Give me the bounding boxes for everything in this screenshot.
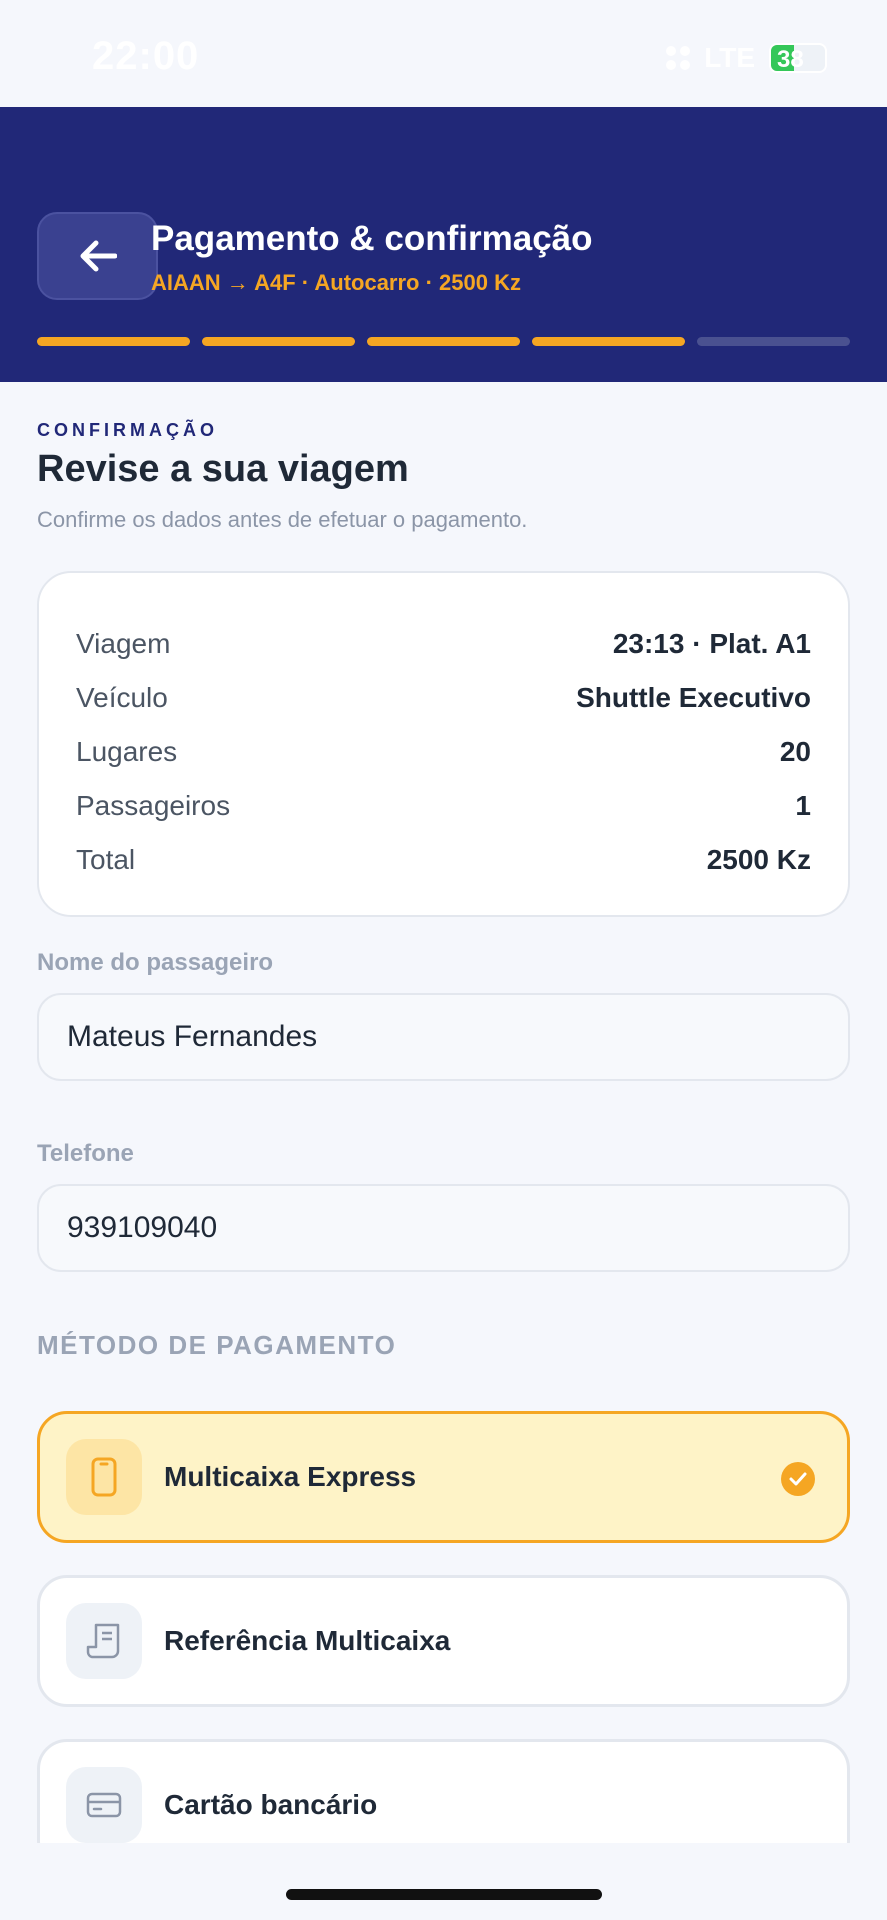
- summary-value: 23:13 · Plat. A1: [612, 628, 811, 659]
- payment-option-label: Multicaixa Express: [164, 1461, 417, 1492]
- summary-value: 1: [795, 790, 811, 821]
- payment-option-label: Referência Multicaixa: [164, 1625, 451, 1656]
- payment-option-referencia-multicaixa[interactable]: Referência Multicaixa: [37, 1575, 850, 1707]
- progress-step: [532, 337, 685, 346]
- page-subtitle: Confirme os dados antes de efetuar o pag…: [37, 507, 528, 532]
- battery-icon: 38: [769, 43, 827, 73]
- progress-step: [37, 337, 190, 346]
- summary-row: Veículo Shuttle Executivo: [76, 671, 811, 725]
- home-indicator[interactable]: [286, 1889, 602, 1900]
- passenger-name-label: Nome do passageiro: [37, 949, 274, 976]
- summary-row: Passageiros 1: [76, 779, 811, 833]
- checkmark-icon: [781, 1462, 815, 1496]
- payment-option-multicaixa-express[interactable]: Multicaixa Express: [37, 1411, 850, 1543]
- passenger-name-value: Mateus Fernandes: [67, 1020, 318, 1053]
- arrow-left-icon: [80, 240, 117, 272]
- status-icons: LTE 38: [666, 42, 827, 74]
- phone-label: Telefone: [37, 1140, 134, 1167]
- summary-value: Shuttle Executivo: [576, 682, 811, 713]
- trip-summary-subtitle: AIAAN → A4F · Autocarro · 2500 Kz: [151, 270, 521, 295]
- phone-icon: [66, 1439, 142, 1515]
- phone-value: 939109040: [67, 1211, 218, 1244]
- payment-option-label: Cartão bancário: [164, 1789, 378, 1820]
- summary-row: Lugares 20: [76, 725, 811, 779]
- summary-label: Total: [76, 844, 136, 875]
- status-time: 22:00: [92, 34, 200, 78]
- status-bar: 22:00 LTE 38: [0, 0, 887, 107]
- progress-step: [367, 337, 520, 346]
- cellular-signal-icon: [666, 46, 691, 70]
- summary-value: 2500 Kz: [706, 844, 811, 875]
- summary-label: Viagem: [76, 628, 171, 659]
- payment-method-heading: MÉTODO DE PAGAMENTO: [37, 1330, 397, 1360]
- credit-card-icon: [66, 1767, 142, 1843]
- summary-value: 20: [779, 736, 811, 767]
- bottom-safe-area: [0, 1843, 887, 1920]
- progress-step: [697, 337, 850, 346]
- step-progress-bar: [37, 337, 850, 346]
- battery-level: 38: [777, 46, 804, 73]
- summary-row: Viagem 23:13 · Plat. A1: [76, 617, 811, 671]
- summary-label: Lugares: [76, 736, 178, 767]
- receipt-icon: [66, 1603, 142, 1679]
- back-button[interactable]: [37, 212, 158, 300]
- passenger-name-input[interactable]: Mateus Fernandes: [37, 993, 850, 1081]
- summary-label: Passageiros: [76, 790, 231, 821]
- header: Pagamento & confirmação AIAAN → A4F · Au…: [0, 107, 887, 382]
- page-title: Revise a sua viagem: [37, 448, 409, 490]
- section-eyebrow: CONFIRMAÇÃO: [37, 420, 218, 440]
- network-type: LTE: [704, 42, 755, 73]
- progress-step: [202, 337, 355, 346]
- summary-row: Total 2500 Kz: [76, 833, 811, 887]
- page-header-title: Pagamento & confirmação: [151, 219, 593, 258]
- trip-summary-card: Viagem 23:13 · Plat. A1 Veículo Shuttle …: [37, 571, 850, 917]
- summary-label: Veículo: [76, 682, 168, 713]
- phone-input[interactable]: 939109040: [37, 1184, 850, 1272]
